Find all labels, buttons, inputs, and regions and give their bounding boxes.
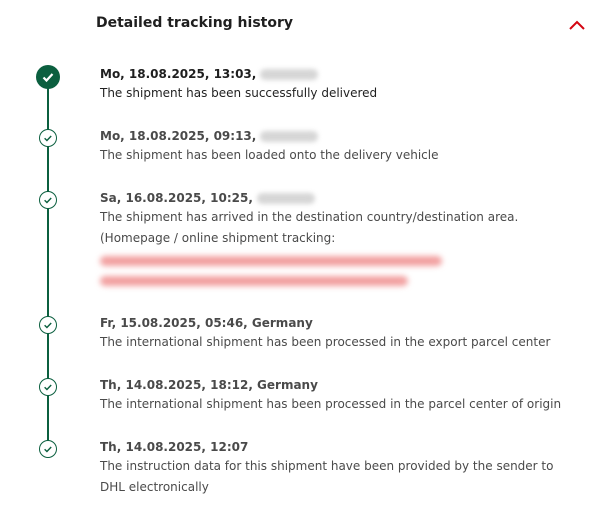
redacted-location — [256, 193, 315, 204]
delivered-check-icon — [36, 65, 60, 89]
section-title: Detailed tracking history — [96, 15, 293, 31]
check-circle-icon — [39, 440, 57, 458]
event-description: The international shipment has been proc… — [100, 397, 562, 411]
tracking-event: Fr, 15.08.2025, 05:46, Germany The inter… — [100, 314, 590, 353]
event-datetime: Sa, 16.08.2025, 10:25, — [100, 189, 590, 207]
event-datetime: Th, 14.08.2025, 12:07 — [100, 440, 249, 454]
event-datetime: Th, 14.08.2025, 18:12, Germany — [100, 378, 318, 392]
event-datetime: Mo, 18.08.2025, 09:13, — [100, 127, 590, 145]
check-circle-icon — [39, 129, 57, 147]
event-description: The shipment has been loaded onto the de… — [100, 148, 439, 162]
event-description: The shipment has been successfully deliv… — [100, 86, 378, 100]
tracking-event: Th, 14.08.2025, 18:12, Germany The inter… — [100, 376, 590, 415]
redacted-location — [260, 69, 319, 80]
event-datetime: Fr, 15.08.2025, 05:46, Germany — [100, 316, 313, 330]
check-circle-icon — [39, 316, 57, 334]
collapse-button[interactable] — [566, 14, 588, 36]
tracking-event: Sa, 16.08.2025, 10:25, The shipment has … — [100, 189, 590, 286]
event-description: The international shipment has been proc… — [100, 335, 551, 349]
event-description: The instruction data for this shipment h… — [100, 459, 554, 494]
tracking-event: Mo, 18.08.2025, 13:03, The shipment has … — [100, 65, 590, 104]
event-datetime: Mo, 18.08.2025, 13:03, — [100, 65, 590, 83]
check-circle-icon — [39, 378, 57, 396]
redacted-tracking-link[interactable] — [100, 256, 590, 286]
redacted-location — [260, 131, 319, 142]
check-circle-icon — [39, 191, 57, 209]
tracking-history-header[interactable]: Detailed tracking history — [0, 0, 600, 50]
tracking-event: Th, 14.08.2025, 12:07 The instruction da… — [100, 438, 582, 498]
event-description: The shipment has arrived in the destinat… — [100, 210, 519, 224]
chevron-up-icon — [569, 20, 585, 30]
tracking-event: Mo, 18.08.2025, 09:13, The shipment has … — [100, 127, 590, 166]
event-description-note: (Homepage / online shipment tracking: — [100, 231, 336, 245]
